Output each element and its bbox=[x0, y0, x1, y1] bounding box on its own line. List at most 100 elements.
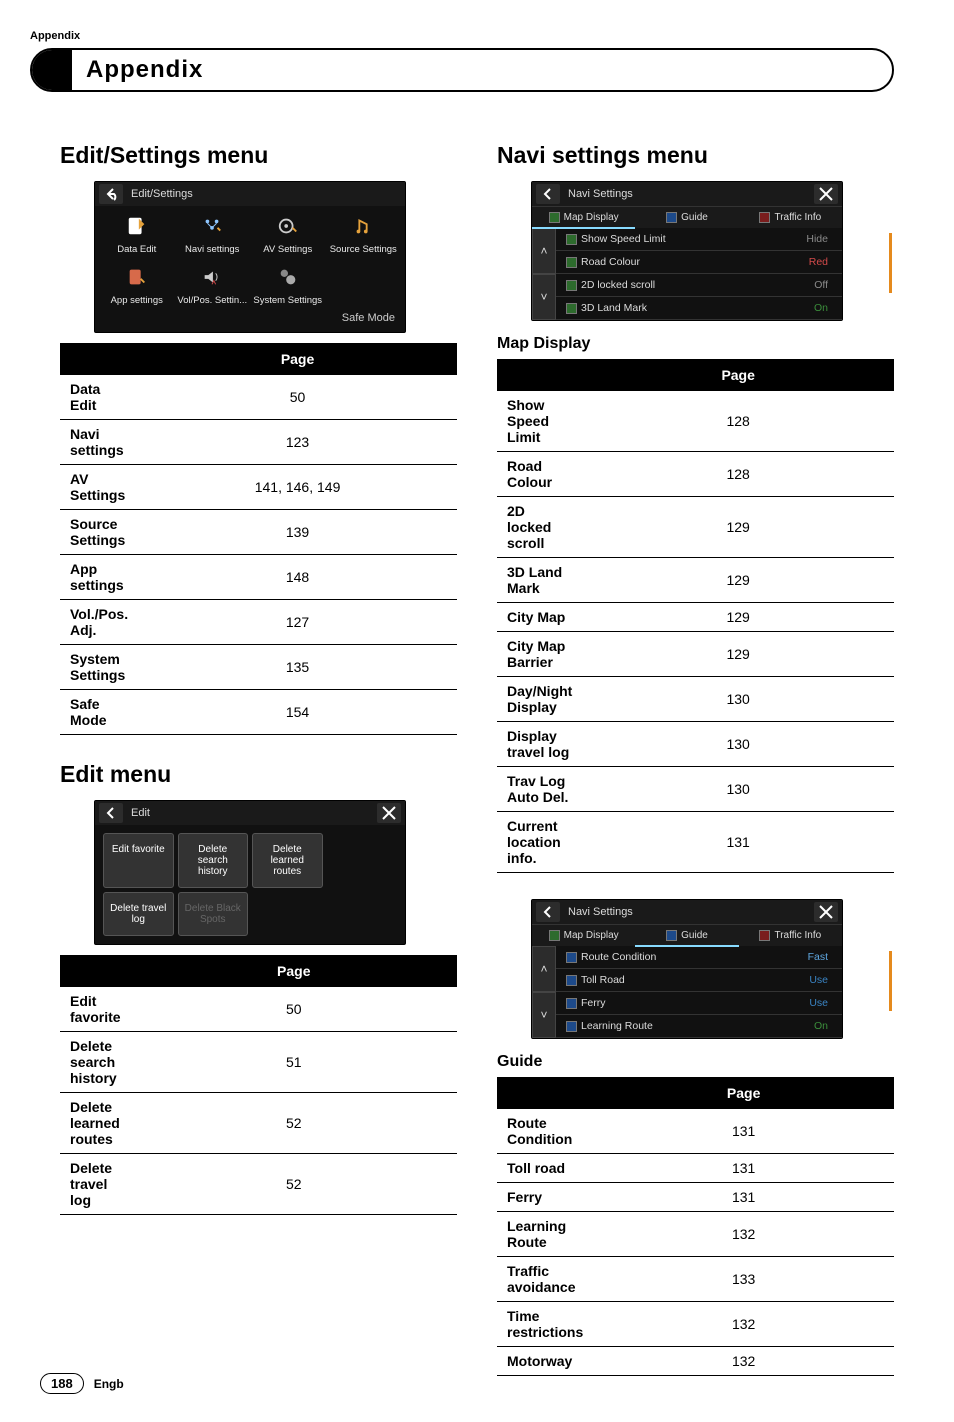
row-page: 130 bbox=[582, 677, 894, 722]
row-name: AV Settings bbox=[60, 465, 138, 510]
icon-navi-settings[interactable]: Navi settings bbox=[175, 212, 251, 255]
traffic-icon bbox=[759, 212, 770, 223]
device-title: Edit/Settings bbox=[131, 188, 401, 200]
row-page: 132 bbox=[593, 1302, 894, 1347]
chapter-title: Appendix bbox=[72, 56, 203, 84]
map-display-icon bbox=[549, 930, 560, 941]
scroll-down-icon[interactable]: ˅ bbox=[532, 274, 556, 320]
tab-guide[interactable]: Guide bbox=[635, 925, 738, 946]
icon-source-settings[interactable]: Source Settings bbox=[326, 212, 402, 255]
btn-delete-learned-routes[interactable]: Delete learned routes bbox=[252, 833, 323, 888]
row-page: 50 bbox=[138, 374, 457, 420]
safe-mode-label[interactable]: Safe Mode bbox=[95, 308, 405, 332]
row-name: Time restrictions bbox=[497, 1302, 593, 1347]
lang-code: Engb bbox=[94, 1377, 124, 1391]
table-row: AV Settings141, 146, 149 bbox=[60, 465, 457, 510]
back-icon[interactable] bbox=[536, 902, 560, 922]
list-item[interactable]: Show Speed LimitHide bbox=[556, 228, 842, 251]
row-value: On bbox=[814, 1020, 828, 1032]
row-name: App settings bbox=[60, 555, 138, 600]
row-value: Red bbox=[809, 256, 828, 268]
list-item[interactable]: Toll RoadUse bbox=[556, 969, 842, 992]
table-row: Route Condition131 bbox=[497, 1108, 894, 1154]
running-header: Appendix bbox=[30, 30, 894, 42]
row-icon bbox=[566, 280, 577, 291]
row-page: 148 bbox=[138, 555, 457, 600]
back-icon[interactable] bbox=[99, 184, 123, 204]
back-icon[interactable] bbox=[536, 184, 560, 204]
table-row: Safe Mode154 bbox=[60, 690, 457, 735]
list-item[interactable]: Route ConditionFast bbox=[556, 946, 842, 969]
row-page: 129 bbox=[582, 603, 894, 632]
row-page: 139 bbox=[138, 510, 457, 555]
scroll-down-icon[interactable]: ˅ bbox=[532, 992, 556, 1038]
row-icon bbox=[566, 303, 577, 314]
list-item[interactable]: 2D locked scrollOff bbox=[556, 274, 842, 297]
device-title: Navi Settings bbox=[568, 906, 814, 918]
row-page: 50 bbox=[131, 986, 457, 1032]
row-icon bbox=[566, 998, 577, 1009]
list-item[interactable]: FerryUse bbox=[556, 992, 842, 1015]
tab-traffic[interactable]: Traffic Info bbox=[739, 925, 842, 946]
btn-edit-favorite[interactable]: Edit favorite bbox=[103, 833, 174, 888]
row-name: Road Colour bbox=[497, 452, 582, 497]
row-value: Use bbox=[809, 974, 828, 986]
chapter-band: Appendix bbox=[30, 48, 894, 92]
row-name: Vol./Pos. Adj. bbox=[60, 600, 138, 645]
row-value: Fast bbox=[808, 951, 828, 963]
table-row: 3D Land Mark129 bbox=[497, 558, 894, 603]
icon-system-settings[interactable]: System Settings bbox=[250, 263, 326, 306]
table-row: Road Colour128 bbox=[497, 452, 894, 497]
screenshot-edit: Edit Edit favorite Delete search history… bbox=[94, 800, 406, 945]
traffic-icon bbox=[759, 930, 770, 941]
row-icon bbox=[566, 257, 577, 268]
icon-av-settings[interactable]: AV Settings bbox=[250, 212, 326, 255]
table-row: System Settings135 bbox=[60, 645, 457, 690]
tab-map-display[interactable]: Map Display bbox=[532, 925, 635, 946]
table-row: Navi settings123 bbox=[60, 420, 457, 465]
row-icon bbox=[566, 952, 577, 963]
row-name: Delete travel log bbox=[60, 1154, 131, 1215]
device-title: Navi Settings bbox=[568, 188, 814, 200]
btn-delete-travel-log[interactable]: Delete travel log bbox=[103, 892, 174, 936]
row-name: City Map bbox=[497, 603, 582, 632]
icon-data-edit[interactable]: Data Edit bbox=[99, 212, 175, 255]
close-icon[interactable] bbox=[814, 902, 838, 922]
row-page: 131 bbox=[593, 1183, 894, 1212]
col-page: Page bbox=[131, 956, 457, 986]
table-row: Ferry131 bbox=[497, 1183, 894, 1212]
scroll-up-icon[interactable]: ˄ bbox=[532, 946, 556, 992]
table-edit-settings: Page Data Edit50Navi settings123AV Setti… bbox=[60, 343, 457, 735]
table-row: Current location info.131 bbox=[497, 812, 894, 873]
icon-app-settings[interactable]: App settings bbox=[99, 263, 175, 306]
icon-vol-pos[interactable]: Vol/Pos. Settin... bbox=[175, 263, 251, 306]
row-name: Safe Mode bbox=[60, 690, 138, 735]
row-name: Day/Night Display bbox=[497, 677, 582, 722]
row-name: 2D locked scroll bbox=[497, 497, 582, 558]
list-item[interactable]: Learning RouteOn bbox=[556, 1015, 842, 1038]
table-row: Vol./Pos. Adj.127 bbox=[60, 600, 457, 645]
tab-traffic[interactable]: Traffic Info bbox=[739, 207, 842, 228]
close-icon[interactable] bbox=[814, 184, 838, 204]
row-name: Delete search history bbox=[60, 1032, 131, 1093]
table-row: Delete search history51 bbox=[60, 1032, 457, 1093]
scroll-up-icon[interactable]: ˄ bbox=[532, 228, 556, 274]
table-row: Time restrictions132 bbox=[497, 1302, 894, 1347]
subtitle-map-display: Map Display bbox=[497, 335, 894, 353]
screenshot-navi-map: Navi Settings Map Display Guide Traffic … bbox=[531, 181, 843, 321]
row-page: 132 bbox=[593, 1347, 894, 1376]
btn-delete-black-spots: Delete Black Spots bbox=[178, 892, 249, 936]
tab-guide[interactable]: Guide bbox=[635, 207, 738, 228]
btn-delete-search-history[interactable]: Delete search history bbox=[178, 833, 249, 888]
back-icon[interactable] bbox=[99, 803, 123, 823]
close-icon[interactable] bbox=[377, 803, 401, 823]
table-row: Trav Log Auto Del.130 bbox=[497, 767, 894, 812]
table-row: 2D locked scroll129 bbox=[497, 497, 894, 558]
row-page: 131 bbox=[593, 1154, 894, 1183]
list-item[interactable]: Road ColourRed bbox=[556, 251, 842, 274]
tab-map-display[interactable]: Map Display bbox=[532, 207, 635, 228]
row-name: Learning Route bbox=[497, 1212, 593, 1257]
list-item[interactable]: 3D Land MarkOn bbox=[556, 297, 842, 320]
row-page: 130 bbox=[582, 767, 894, 812]
row-page: 51 bbox=[131, 1032, 457, 1093]
